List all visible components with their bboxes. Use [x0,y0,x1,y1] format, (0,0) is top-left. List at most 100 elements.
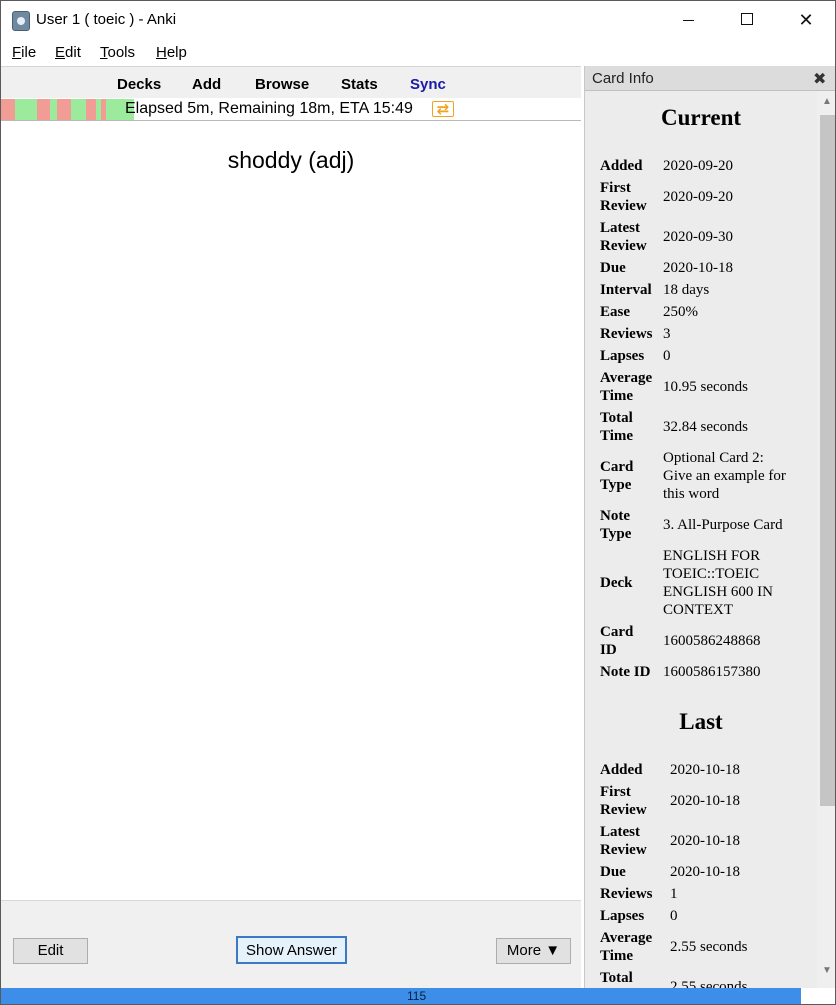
scroll-up-icon[interactable]: ▲ [822,96,832,107]
info-value: 2020-09-30 [663,229,733,245]
card-info-panel: Card Info ✖ Current Added 2020-09-20 Fir… [584,66,835,988]
menu-file-mnemonic: F [12,44,22,61]
toolbar-add-link[interactable]: Add [192,76,221,93]
info-value: 3 [663,326,671,342]
progress-segment-again [1,99,15,120]
toolbar-sync-link[interactable]: Sync [410,76,446,93]
progress-segment-again [86,99,96,120]
anki-app-icon [12,11,30,31]
info-value: this word [663,486,720,502]
progress-segment-again [37,99,50,120]
menu-edit-label: dit [65,44,81,61]
window-title: User 1 ( toeic ) - Anki [36,11,177,28]
info-value: ENGLISH 600 IN [663,584,773,600]
info-label: Average [600,370,653,386]
info-value: 1 [670,886,678,902]
info-value: 2020-10-18 [670,793,740,809]
info-label: Lapses [600,908,645,924]
info-value: 2020-10-18 [663,260,733,276]
info-label: Reviews [600,886,653,902]
info-value: 1600586157380 [663,664,761,680]
progress-bar: Elapsed 5m, Remaining 18m, ETA 15:49 ⇄ [1,99,581,121]
toolbar-decks-link[interactable]: Decks [117,76,161,93]
progress-segment-again [57,99,71,120]
info-value: 250% [663,304,698,320]
progress-segment-good [50,99,57,120]
menu-help-label: elp [166,44,187,61]
status-text: 115 [407,989,427,1003]
info-label: Latest [600,220,640,236]
info-label: Review [600,238,647,254]
toolbar-stats-link[interactable]: Stats [341,76,378,93]
scroll-down-icon[interactable]: ▼ [822,965,832,976]
info-label: Time [600,428,634,444]
info-value: 2020-10-18 [670,762,740,778]
info-label: Total [600,410,633,426]
menu-file-label: ile [21,44,37,61]
info-value: 32.84 seconds [663,419,748,435]
info-label: ID [600,642,617,658]
info-label: Time [600,388,634,404]
info-label: Review [600,802,647,818]
more-button[interactable]: More ▼ [496,938,571,964]
info-label: Review [600,842,647,858]
minimize-icon [683,20,694,21]
card-info-title: Card Info [592,70,654,87]
progress-segment-good [15,99,37,120]
info-label: Note ID [600,664,651,680]
info-value: 0 [663,348,671,364]
menu-file[interactable]: File [12,44,36,61]
info-label: Review [600,198,647,214]
info-value: 0 [670,908,678,924]
info-label: Deck [600,575,633,591]
menu-edit[interactable]: Edit [55,44,81,61]
info-label: Type [600,477,632,493]
progress-text: Elapsed 5m, Remaining 18m, ETA 15:49 [125,100,413,117]
info-label: Card [600,459,634,475]
sync-arrows-icon[interactable]: ⇄ [432,101,454,118]
maximize-icon [741,13,753,25]
show-answer-button[interactable]: Show Answer [236,936,347,964]
menu-tools-label: ools [107,44,136,61]
info-label: Time [600,948,634,964]
info-value: 10.95 seconds [663,379,748,395]
info-value: TOEIC::TOEIC [663,566,760,582]
info-value: 18 days [663,282,710,298]
card-info-body: Current Added 2020-09-20 First Review 20… [585,91,817,988]
toolbar-browse-link[interactable]: Browse [255,76,309,93]
minimize-button[interactable] [660,1,718,39]
menu-help[interactable]: Help [156,44,187,61]
menu-edit-mnemonic: E [55,44,66,61]
edit-button[interactable]: Edit [13,938,88,964]
info-label: First [600,180,631,196]
close-window-button[interactable]: ✕ [777,1,835,39]
close-icon[interactable]: ✖ [813,69,826,89]
info-label: Added [600,762,643,778]
last-heading: Last [679,709,723,734]
info-label: Type [600,526,632,542]
menu-tools-mnemonic: T [100,44,108,61]
info-label: Card [600,624,634,640]
menu-bar: File Edit Tools Help [1,40,835,66]
info-label: Ease [600,304,630,320]
menu-tools[interactable]: Tools [100,44,135,61]
info-label: Due [600,864,626,880]
info-value: 2020-09-20 [663,158,733,174]
info-value: 2020-09-20 [663,189,733,205]
info-value: 2.55 seconds [670,939,748,955]
title-bar: User 1 ( toeic ) - Anki ✕ [1,1,835,39]
info-label: Latest [600,824,640,840]
maximize-button[interactable] [718,1,776,39]
card-info-scrollbar[interactable]: ▲ ▼ [817,91,835,988]
status-bar: 115 [1,988,801,1004]
answer-bar: Edit Show Answer More ▼ [1,900,581,990]
info-value: Optional Card 2: [663,450,764,466]
info-label: First [600,784,631,800]
info-value: CONTEXT [663,602,733,618]
info-label: Due [600,260,626,276]
anki-window: User 1 ( toeic ) - Anki ✕ File Edit Tool… [0,0,836,1005]
card-question: shoddy (adj) [227,147,355,173]
scrollbar-thumb[interactable] [820,115,835,806]
info-value: 1600586248868 [663,633,761,649]
info-label: Note [600,508,630,524]
